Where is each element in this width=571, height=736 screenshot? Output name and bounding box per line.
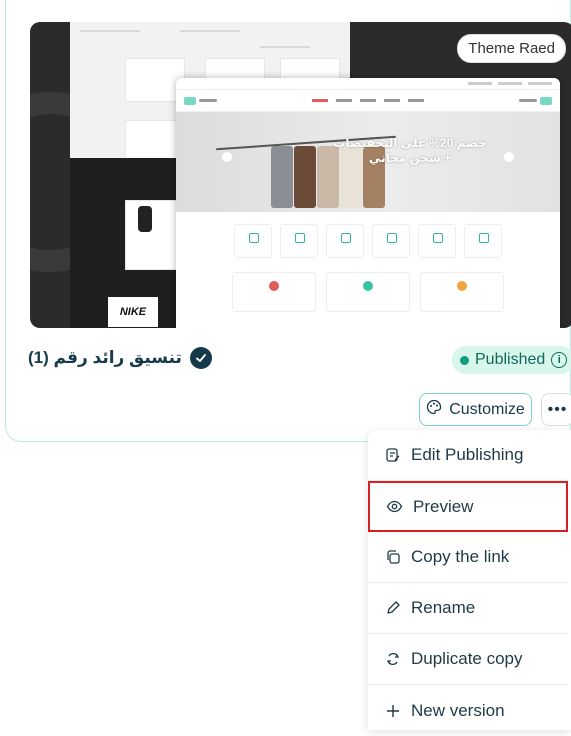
nike-logo: NIKE	[108, 297, 158, 327]
menu-item-preview[interactable]: Preview	[368, 481, 568, 532]
palette-icon	[426, 399, 442, 420]
menu-item-label: Rename	[411, 598, 476, 617]
edit-publishing-icon	[384, 447, 401, 464]
customize-label: Customize	[449, 400, 525, 418]
info-icon[interactable]: i	[551, 352, 568, 368]
status-label: Published	[475, 351, 546, 368]
check-icon	[189, 347, 212, 369]
eye-icon	[386, 498, 403, 515]
category-row	[176, 224, 560, 258]
status-dot-icon	[460, 355, 469, 365]
pencil-icon	[384, 600, 401, 617]
menu-item-copy-link[interactable]: Copy the link	[368, 532, 568, 583]
theme-name: تنسيق رائد رقم (1)	[28, 348, 182, 367]
options-menu: Edit Publishing Preview Copy the link Re…	[368, 430, 571, 730]
feature-row	[176, 272, 560, 312]
menu-item-label: Preview	[413, 496, 474, 516]
menu-item-label: Copy the link	[411, 547, 510, 566]
menu-item-rename[interactable]: Rename	[368, 583, 568, 634]
duplicate-icon	[384, 651, 401, 668]
menu-item-duplicate[interactable]: Duplicate copy	[368, 634, 568, 685]
copy-link-icon	[384, 549, 401, 566]
store-preview-window: خصم 20% على التخفيضات + شحن مجاني	[176, 78, 560, 328]
theme-card: NIKE خصم 20% على التخفيضات + شحن مجاني T…	[5, 0, 571, 442]
menu-item-label: Duplicate copy	[411, 649, 523, 668]
menu-item-new-version[interactable]: New version	[368, 685, 568, 736]
store-hero-banner: خصم 20% على التخفيضات + شحن مجاني	[176, 112, 560, 212]
store-nav	[176, 90, 560, 112]
hero-prev-arrow	[222, 152, 232, 162]
status-badge: Published i	[452, 346, 571, 374]
menu-item-edit-publishing[interactable]: Edit Publishing	[368, 430, 568, 481]
hero-title: خصم 20% على التخفيضات + شحن مجاني	[333, 136, 487, 165]
theme-badge: Theme Raed	[457, 34, 566, 63]
menu-item-label: New version	[411, 700, 505, 720]
customize-button[interactable]: Customize	[419, 393, 532, 426]
more-options-button[interactable]: •••	[541, 393, 571, 426]
plus-icon	[384, 702, 401, 719]
menu-item-label: Edit Publishing	[411, 445, 524, 464]
hero-next-arrow	[504, 152, 514, 162]
theme-thumbnail[interactable]: NIKE خصم 20% على التخفيضات + شحن مجاني T…	[30, 22, 571, 328]
theme-title-row: تنسيق رائد رقم (1)	[28, 347, 212, 369]
